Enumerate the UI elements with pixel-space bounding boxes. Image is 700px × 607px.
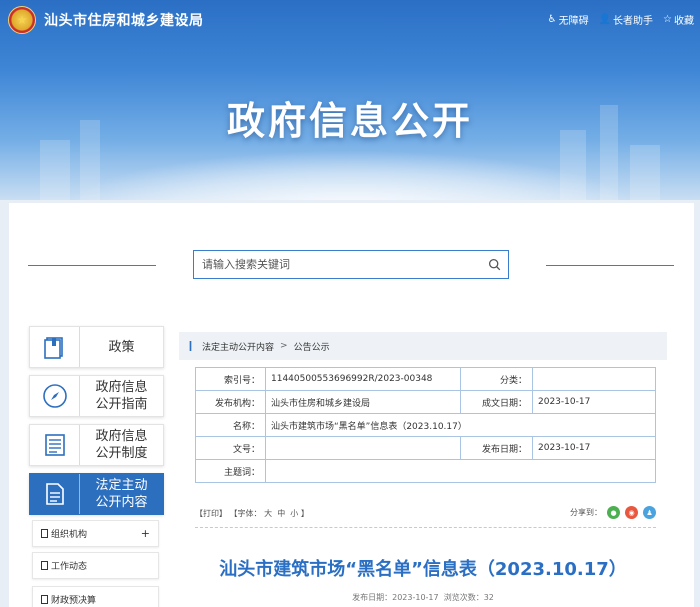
favorite-link[interactable]: ☆ 收藏 [663, 12, 694, 27]
breadcrumb-item[interactable]: 法定主动公开内容 [202, 340, 274, 353]
meta-label: 名称： [195, 413, 266, 437]
meta-value: 汕头市住房和城乡建设局 [265, 390, 461, 414]
table-row: 名称： 汕头市建筑市场“黑名单”信息表（2023.10.17） [195, 413, 656, 437]
meta-value [265, 436, 461, 460]
elder-assist-label: 长者助手 [613, 16, 654, 27]
meta-label: 主题词： [195, 459, 266, 483]
sidebar-item-label: 政府信息 公开指南 [95, 380, 148, 412]
elder-assist-icon: 👤 [598, 14, 612, 25]
sidebar-item-statutory-content[interactable]: 法定主动 公开内容 [29, 473, 164, 515]
qq-share-icon[interactable]: ♟ [643, 506, 656, 519]
sidebar-subitem-budget[interactable]: 财政预决算 [32, 586, 159, 607]
star-icon: ☆ [663, 14, 672, 25]
weibo-share-icon[interactable]: ◉ [625, 506, 638, 519]
accessibility-icon: ♿ [547, 14, 557, 25]
search-decor-line-left [28, 265, 156, 266]
sidebar-item-label: 法定主动 公开内容 [95, 478, 148, 510]
print-button[interactable]: 【打印】 [195, 509, 227, 518]
views-label: 浏览次数： [443, 593, 484, 602]
table-row: 索引号： 11440500553696992R/2023-00348 分类： [195, 367, 656, 391]
article-subinfo: 发布日期：2023-10-17 浏览次数：32 [179, 592, 667, 603]
header-banner: 汕头市住房和城乡建设局 ♿ 无障碍 👤 长者助手 ☆ 收藏 政府信息公开 [0, 0, 700, 200]
table-row: 主题词： [195, 459, 656, 483]
subitem-label: 工作动态 [51, 562, 88, 572]
search-button[interactable] [480, 251, 508, 278]
search-input[interactable] [194, 251, 480, 278]
document-icon [41, 561, 48, 570]
banner-title: 政府信息公开 [226, 99, 473, 143]
sidebar-subitem-organization[interactable]: 组织机构 + [32, 520, 159, 547]
meta-value: 2023-10-17 [532, 390, 656, 414]
elder-assist-link[interactable]: 👤 长者助手 [599, 12, 653, 27]
font-size-suffix: 】 [300, 509, 309, 518]
expand-plus-icon[interactable]: + [141, 527, 150, 540]
meta-label: 索引号： [195, 367, 266, 391]
tools-left: 【打印】 【字体： 大 中 小 】 [195, 508, 309, 519]
meta-label: 文号： [195, 436, 266, 460]
national-emblem-logo[interactable] [8, 6, 36, 34]
font-medium-button[interactable]: 中 [277, 509, 285, 518]
location-pin-icon [189, 341, 192, 351]
book-icon [30, 327, 80, 367]
subitem-label: 财政预决算 [51, 596, 97, 606]
views-value: 32 [483, 593, 494, 602]
search-decor-line-right [546, 265, 674, 266]
divider [195, 527, 656, 528]
meta-value: 汕头市建筑市场“黑名单”信息表（2023.10.17） [265, 413, 656, 437]
meta-label: 分类： [460, 367, 533, 391]
font-size-prefix: 【字体： [229, 509, 262, 518]
sidebar-item-policy[interactable]: 政策 [29, 326, 164, 368]
meta-value: 2023-10-17 [532, 436, 656, 460]
article-tools: 【打印】 【字体： 大 中 小 】 分享到： ● ◉ ♟ [195, 506, 656, 522]
sidebar-item-system[interactable]: 政府信息 公开制度 [29, 424, 164, 466]
search-box [193, 250, 509, 279]
sidebar-item-label: 政策 [108, 339, 135, 355]
building-silhouette [40, 140, 70, 200]
building-silhouette [630, 145, 660, 200]
document-icon [41, 529, 48, 538]
sidebar-item-label: 政府信息 公开制度 [95, 429, 148, 461]
wechat-share-icon[interactable]: ● [607, 506, 620, 519]
banner-glow [60, 150, 640, 200]
table-row: 文号： 发布日期： 2023-10-17 [195, 436, 656, 460]
table-row: 发布机构： 汕头市住房和城乡建设局 成文日期： 2023-10-17 [195, 390, 656, 414]
accessibility-label: 无障碍 [558, 16, 589, 27]
sidebar-subitem-work-news[interactable]: 工作动态 [32, 552, 159, 579]
list-doc-icon [30, 425, 80, 465]
pubdate-value: 2023-10-17 [392, 593, 439, 602]
breadcrumb: 法定主动公开内容 > 公告公示 [179, 332, 667, 360]
favorite-label: 收藏 [674, 16, 694, 27]
meta-value [265, 459, 656, 483]
pubdate-label: 发布日期： [352, 593, 393, 602]
meta-value [532, 367, 656, 391]
subitem-label: 组织机构 [51, 530, 88, 540]
accessibility-link[interactable]: ♿ 无障碍 [548, 12, 589, 27]
font-small-button[interactable]: 小 [290, 509, 298, 518]
compass-icon [30, 376, 80, 416]
font-large-button[interactable]: 大 [264, 509, 272, 518]
document-icon [30, 474, 80, 514]
meta-label: 发布日期： [460, 436, 533, 460]
meta-label: 成文日期： [460, 390, 533, 414]
share-label: 分享到： [570, 508, 602, 517]
article-title: 汕头市建筑市场“黑名单”信息表（2023.10.17） [219, 559, 627, 580]
breadcrumb-separator: > [280, 341, 288, 351]
share-bar: 分享到： ● ◉ ♟ [570, 506, 656, 519]
search-icon [488, 258, 500, 271]
sidebar-item-guide[interactable]: 政府信息 公开指南 [29, 375, 164, 417]
document-icon [41, 595, 48, 604]
breadcrumb-item[interactable]: 公告公示 [294, 340, 330, 353]
site-name[interactable]: 汕头市住房和城乡建设局 [44, 10, 204, 30]
meta-label: 发布机构： [195, 390, 266, 414]
meta-value: 11440500553696992R/2023-00348 [265, 367, 461, 391]
document-meta-table: 索引号： 11440500553696992R/2023-00348 分类： 发… [195, 367, 656, 483]
top-links: ♿ 无障碍 👤 长者助手 ☆ 收藏 [548, 12, 694, 27]
